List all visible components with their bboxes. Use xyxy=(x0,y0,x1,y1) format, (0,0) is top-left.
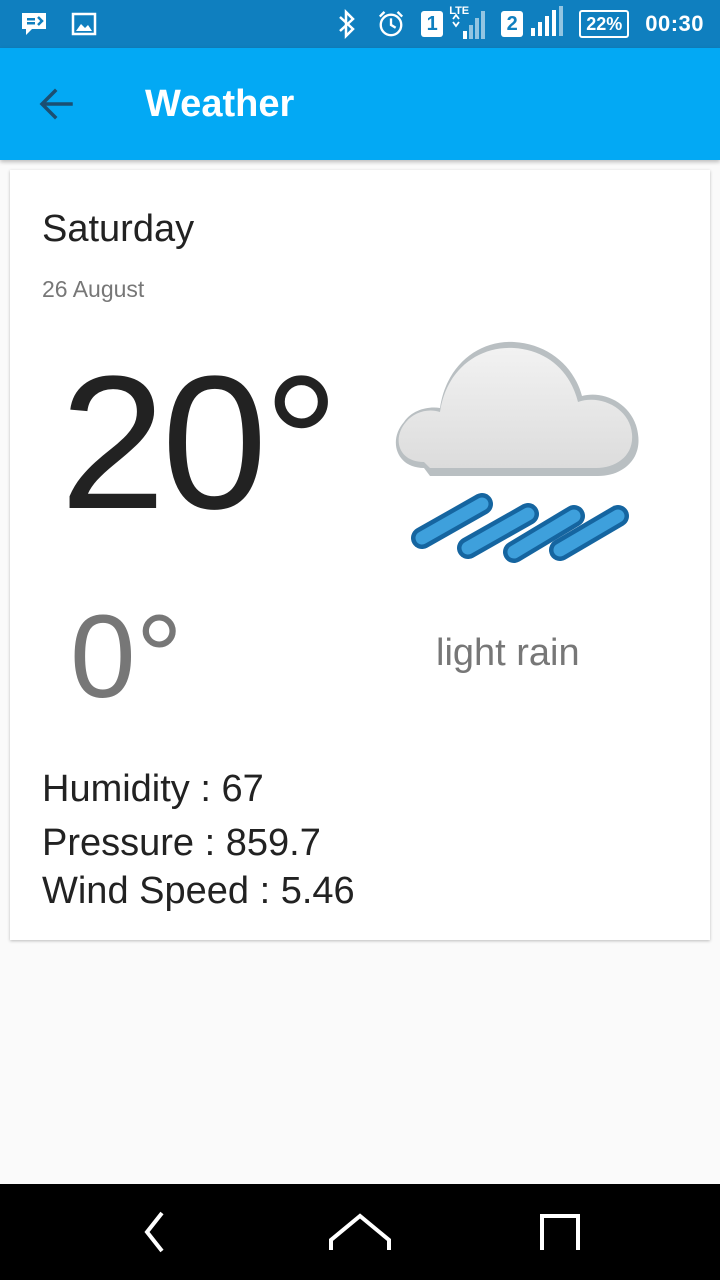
sim1-group: 1 LTE xyxy=(421,5,486,41)
navigation-bar xyxy=(0,1184,720,1280)
image-icon xyxy=(70,10,98,38)
forecast-card: Saturday 26 August 20° 0° light rain Hum… xyxy=(10,170,710,940)
status-left-icons xyxy=(20,10,98,38)
nav-recents-button[interactable] xyxy=(520,1202,600,1262)
pressure-text: Pressure : 859.7 xyxy=(42,822,321,864)
humidity-text: Humidity : 67 xyxy=(42,768,264,810)
page-title: Weather xyxy=(145,83,295,125)
status-bar: 1 LTE 2 22% 00:30 xyxy=(0,0,720,48)
recents-nav-icon xyxy=(540,1214,580,1250)
sim1-signal-icon: LTE xyxy=(449,5,486,41)
weather-description: light rain xyxy=(436,632,580,674)
status-right-icons: 1 LTE 2 22% 00:30 xyxy=(333,5,704,43)
forecast-date: 26 August xyxy=(42,276,145,302)
sim2-signal-icon xyxy=(529,5,564,43)
back-button[interactable] xyxy=(30,78,82,130)
wind-speed-text: Wind Speed : 5.46 xyxy=(42,870,355,912)
app-bar: Weather xyxy=(0,48,720,160)
sim2-badge: 2 xyxy=(501,11,524,37)
sim1-badge: 1 xyxy=(421,11,444,37)
home-nav-icon xyxy=(329,1213,391,1250)
light-rain-icon xyxy=(382,322,644,582)
forecast-day: Saturday xyxy=(42,208,195,250)
back-nav-icon xyxy=(144,1211,164,1253)
temperature-high: 20° xyxy=(60,337,339,549)
temperature-low: 0° xyxy=(70,591,183,723)
status-clock: 00:30 xyxy=(645,11,704,36)
bluetooth-icon xyxy=(333,9,361,39)
nav-back-button[interactable] xyxy=(114,1202,194,1262)
nav-home-button[interactable] xyxy=(320,1202,400,1262)
message-icon xyxy=(20,10,48,38)
sim2-group: 2 xyxy=(501,5,564,43)
battery-indicator: 22% xyxy=(579,10,630,38)
arrow-back-icon xyxy=(39,88,73,120)
alarm-icon xyxy=(377,10,405,38)
